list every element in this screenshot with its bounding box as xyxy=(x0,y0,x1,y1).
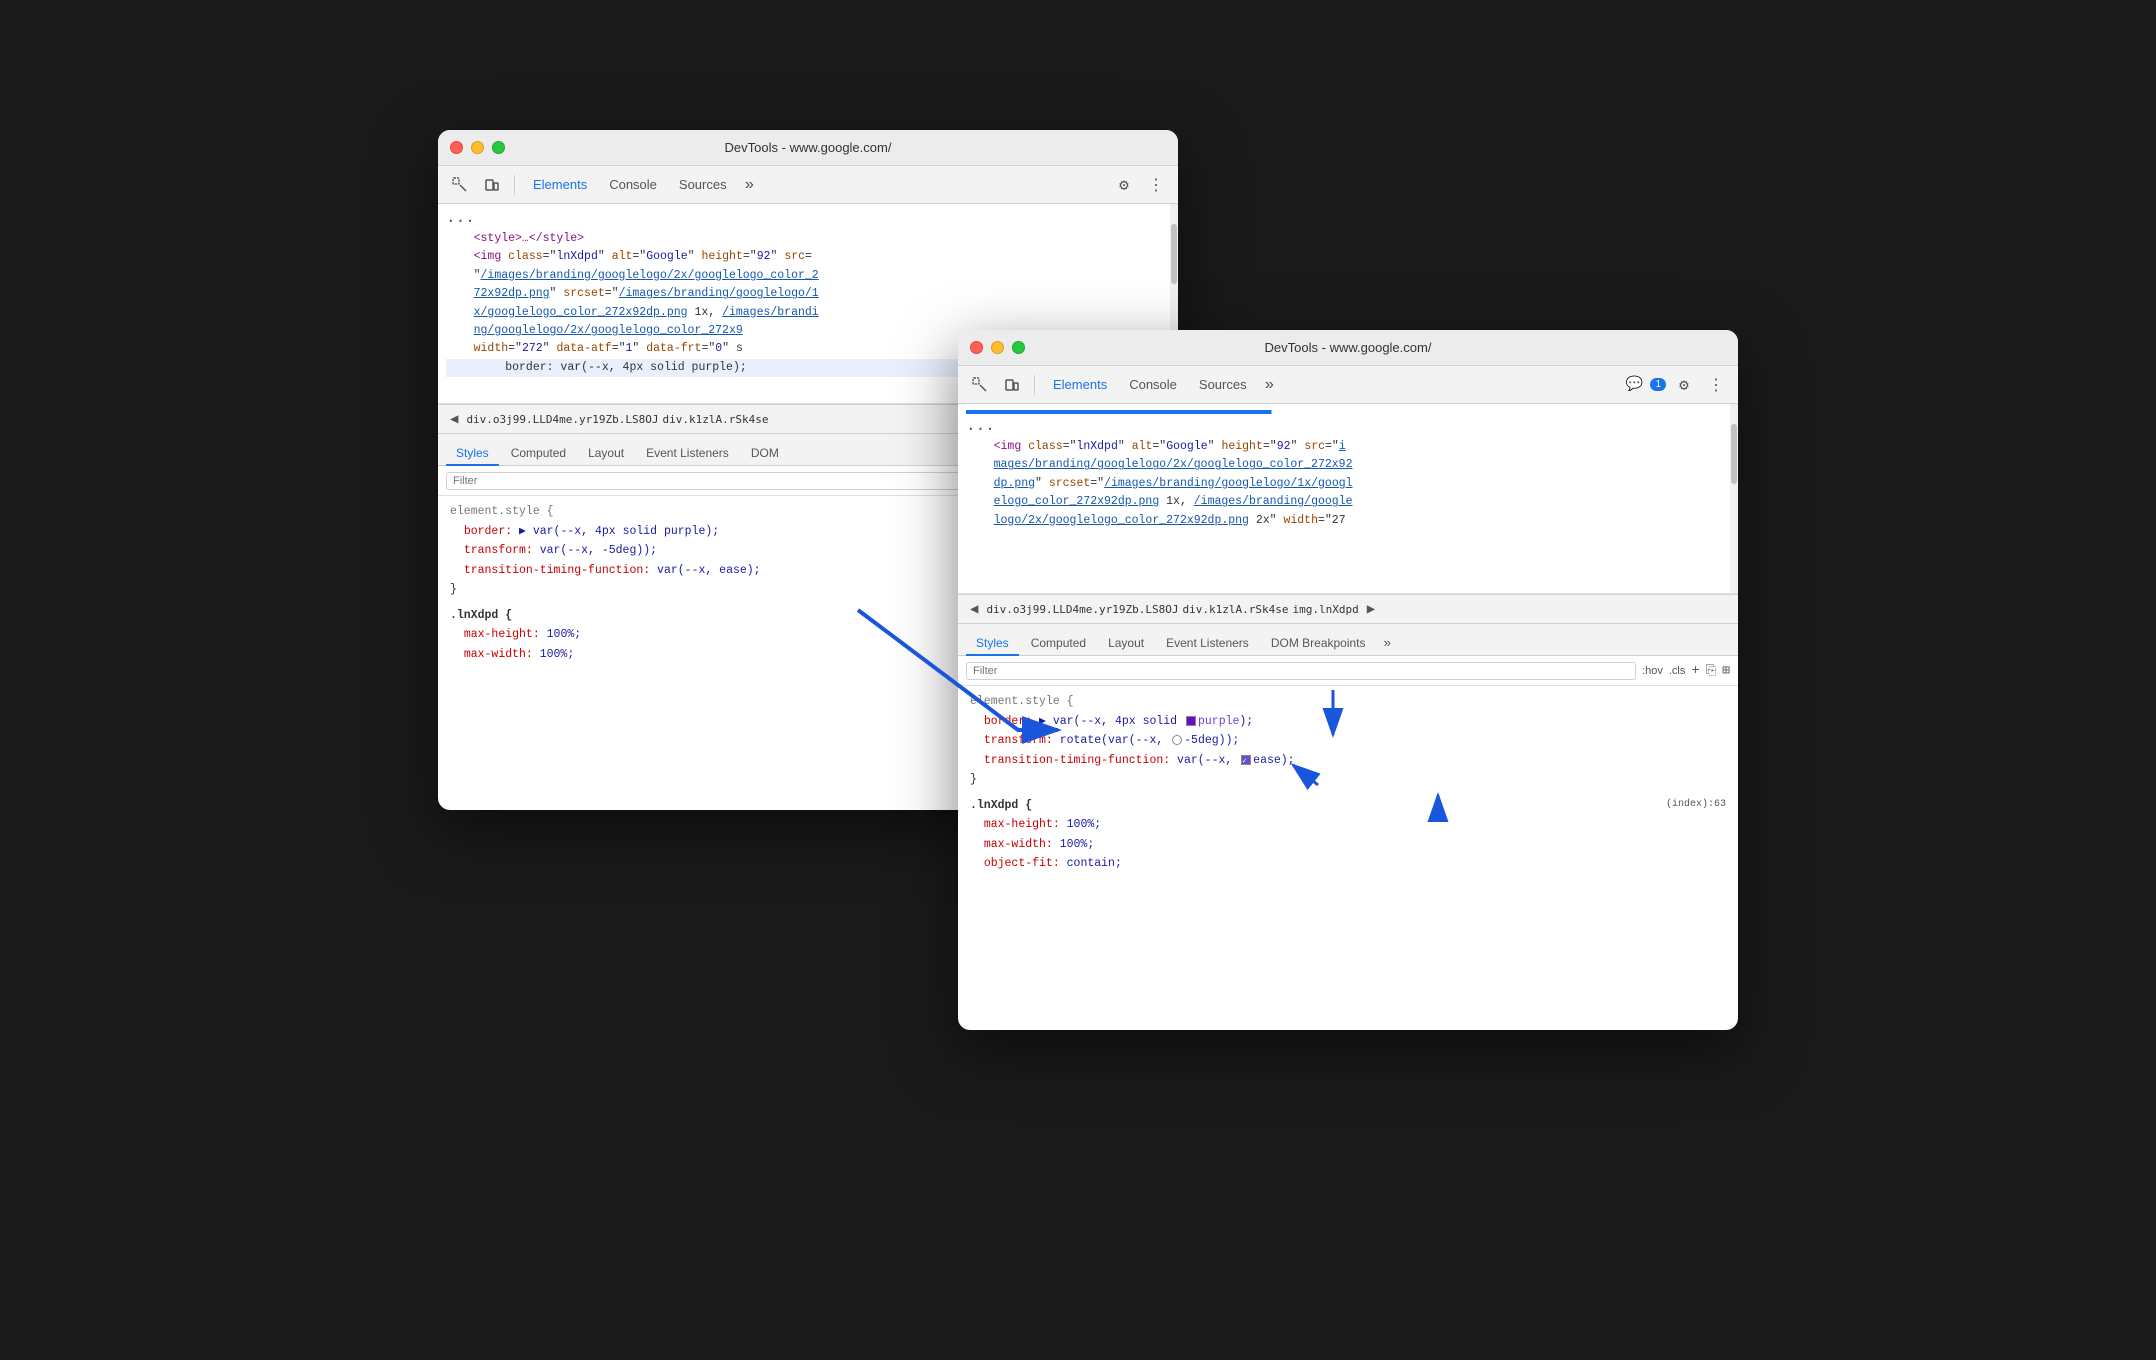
inspect-icon[interactable] xyxy=(446,171,474,199)
style-tab-computed-back[interactable]: Computed xyxy=(501,442,576,466)
close-button-front[interactable] xyxy=(970,341,983,354)
css-selector2-front: .lnXdpd { (index):63 xyxy=(970,796,1726,816)
maximize-button-back[interactable] xyxy=(492,141,505,154)
tab-more-front[interactable]: » xyxy=(1259,372,1281,398)
device-icon-front[interactable] xyxy=(998,371,1026,399)
dom-line-img-front: <img class="lnXdpd" alt="Google" height=… xyxy=(966,438,1730,456)
style-tab-more-front[interactable]: » xyxy=(1378,632,1398,655)
bc-arrow-front[interactable]: ◀ xyxy=(966,599,982,620)
title-bar-back: DevTools - www.google.com/ xyxy=(438,130,1178,166)
cls-btn-front[interactable]: .cls xyxy=(1669,665,1686,677)
tab-sources-front[interactable]: Sources xyxy=(1189,373,1257,396)
css-close1-front: } xyxy=(970,770,1726,790)
style-tab-events-front[interactable]: Event Listeners xyxy=(1156,632,1259,656)
dom-code-front: <img class="lnXdpd" alt="Google" height=… xyxy=(966,438,1730,530)
gear-icon-back[interactable]: ⚙ xyxy=(1110,171,1138,199)
tab-sources-back[interactable]: Sources xyxy=(669,173,737,196)
toolbar-front: Elements Console Sources » 💬 1 ⚙ ⋮ xyxy=(958,366,1738,404)
dom-dots-back: ... xyxy=(446,210,1170,226)
separator-front xyxy=(1034,375,1035,395)
style-tab-dom-back[interactable]: DOM xyxy=(741,442,789,466)
scene: DevTools - www.google.com/ Elements Cons… xyxy=(378,80,1778,1280)
devtools-window-front: DevTools - www.google.com/ Elements Cons… xyxy=(958,330,1738,1030)
style-tab-styles-back[interactable]: Styles xyxy=(446,442,499,466)
scrollbar-thumb-dom-front[interactable] xyxy=(1731,424,1737,484)
title-bar-front: DevTools - www.google.com/ xyxy=(958,330,1738,366)
tab-elements-front[interactable]: Elements xyxy=(1043,373,1117,396)
css-rule-border-front: border: ▶ var(--x, 4px solid purple); xyxy=(970,712,1726,732)
bc-item-1-back: div.o3j99.LLD4me.yr19Zb.LS8OJ xyxy=(466,413,658,426)
more-icon-back[interactable]: ⋮ xyxy=(1142,171,1170,199)
new-style-icon[interactable]: + xyxy=(1691,663,1699,679)
bc-item-3-front: img.lnXdpd xyxy=(1292,603,1358,616)
comment-badge: 1 xyxy=(1650,378,1666,391)
dom-dots-front: ... xyxy=(966,418,1730,434)
dom-line-src2: 72x92dp.png" srcset="/images/branding/go… xyxy=(446,285,1170,303)
bc-arrow-back[interactable]: ◀ xyxy=(446,409,462,430)
style-tab-dombreak-front[interactable]: DOM Breakpoints xyxy=(1261,632,1376,656)
bc-item-2-front: div.k1zlA.rSk4se xyxy=(1183,603,1289,616)
inspect-icon-front[interactable] xyxy=(966,371,994,399)
tab-elements-back[interactable]: Elements xyxy=(523,173,597,196)
device-icon[interactable] xyxy=(478,171,506,199)
style-tab-events-back[interactable]: Event Listeners xyxy=(636,442,739,466)
style-tab-computed-front[interactable]: Computed xyxy=(1021,632,1096,656)
window-title-front: DevTools - www.google.com/ xyxy=(1265,340,1432,355)
dom-line-src4-front: logo/2x/googlelogo_color_272x92dp.png 2x… xyxy=(966,512,1730,530)
bc-item-2-back: div.k1zlA.rSk4se xyxy=(663,413,769,426)
dom-line-src2-front: dp.png" srcset="/images/branding/googlel… xyxy=(966,475,1730,493)
minimize-button-front[interactable] xyxy=(991,341,1004,354)
tab-console-front[interactable]: Console xyxy=(1119,373,1187,396)
styles-tabs-front: Styles Computed Layout Event Listeners D… xyxy=(958,624,1738,656)
css-rule-maxw-front: max-width: 100%; xyxy=(970,835,1726,855)
style-tab-styles-front[interactable]: Styles xyxy=(966,632,1019,656)
tab-bar-back: Elements Console Sources » xyxy=(523,172,1106,198)
filter-bar-front: :hov .cls + ⎘ ⊞ xyxy=(958,656,1738,686)
comment-icon[interactable]: 💬 xyxy=(1620,371,1648,399)
separator-1 xyxy=(514,175,515,195)
dom-area-front: ... <img class="lnXdpd" alt="Google" hei… xyxy=(958,404,1738,594)
hov-btn-front[interactable]: :hov xyxy=(1642,665,1663,677)
traffic-lights-back xyxy=(450,141,505,154)
window-title-back: DevTools - www.google.com/ xyxy=(725,140,892,155)
toolbar-back: Elements Console Sources » ⚙ ⋮ xyxy=(438,166,1178,204)
filter-input-front[interactable] xyxy=(966,662,1636,680)
dom-line-src3-front: elogo_color_272x92dp.png 1x, /images/bra… xyxy=(966,493,1730,511)
close-button-back[interactable] xyxy=(450,141,463,154)
index-ref: (index):63 xyxy=(1666,796,1726,816)
css-rule-maxh-front: max-height: 100%; xyxy=(970,815,1726,835)
css-rule-objfit-front: object-fit: contain; xyxy=(970,854,1726,874)
more-icon-front[interactable]: ⋮ xyxy=(1702,371,1730,399)
bc-arrow-right-front[interactable]: ▶ xyxy=(1363,599,1379,620)
traffic-lights-front xyxy=(970,341,1025,354)
dom-line-style: <style>…</style> xyxy=(446,230,1170,248)
color-swatch-purple[interactable] xyxy=(1186,716,1196,726)
layout-icon[interactable]: ⊞ xyxy=(1722,663,1730,678)
comment-icon-area: 💬 1 xyxy=(1620,371,1666,399)
css-area-front: element.style { border: ▶ var(--x, 4px s… xyxy=(958,686,1738,880)
breadcrumb-front: ◀ div.o3j99.LLD4me.yr19Zb.LS8OJ div.k1zl… xyxy=(958,594,1738,624)
tab-more-back[interactable]: » xyxy=(739,172,761,198)
dom-line-src1: "/images/branding/googlelogo/2x/googlelo… xyxy=(446,267,1170,285)
scrollbar-dom-front[interactable] xyxy=(1730,404,1738,593)
dom-line-img: <img class="lnXdpd" alt="Google" height=… xyxy=(446,248,1170,266)
circle-swatch[interactable] xyxy=(1172,735,1182,745)
css-rule-transform-front: transform: rotate(var(--x, -5deg)); xyxy=(970,731,1726,751)
style-tab-layout-front[interactable]: Layout xyxy=(1098,632,1154,656)
ease-swatch[interactable] xyxy=(1241,755,1251,765)
copy-style-icon[interactable]: ⎘ xyxy=(1706,663,1716,678)
scrollbar-thumb-dom-back[interactable] xyxy=(1171,224,1177,284)
tab-bar-front: Elements Console Sources » xyxy=(1043,372,1616,398)
style-tab-layout-back[interactable]: Layout xyxy=(578,442,634,466)
css-selector1-front: element.style { xyxy=(970,692,1726,712)
css-rule-transition-front: transition-timing-function: var(--x, eas… xyxy=(970,751,1726,771)
minimize-button-back[interactable] xyxy=(471,141,484,154)
dom-line-src3: x/googlelogo_color_272x92dp.png 1x, /ima… xyxy=(446,304,1170,322)
tab-console-back[interactable]: Console xyxy=(599,173,667,196)
dom-highlight-bar xyxy=(966,410,1730,414)
gear-icon-front[interactable]: ⚙ xyxy=(1670,371,1698,399)
dom-line-src1-front: mages/branding/googlelogo/2x/googlelogo_… xyxy=(966,456,1730,474)
maximize-button-front[interactable] xyxy=(1012,341,1025,354)
bc-item-1-front: div.o3j99.LLD4me.yr19Zb.LS8OJ xyxy=(986,603,1178,616)
